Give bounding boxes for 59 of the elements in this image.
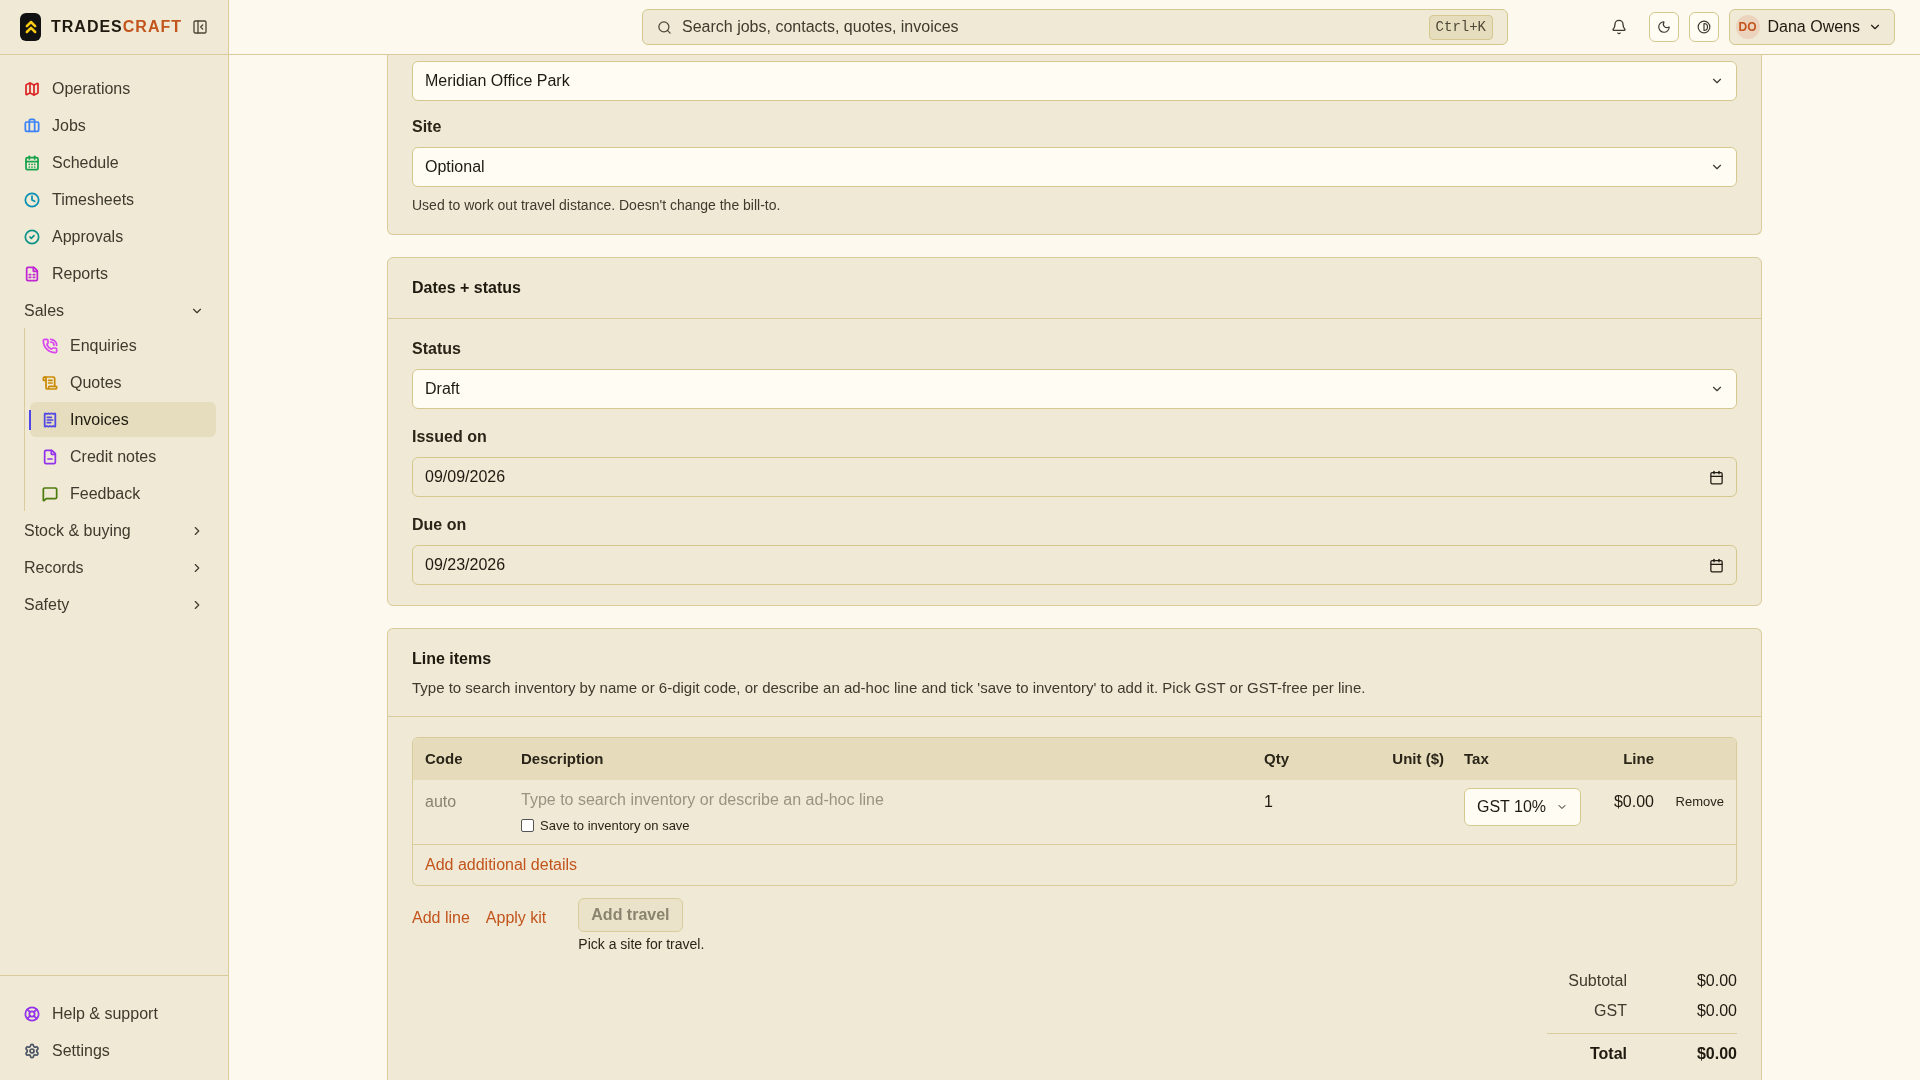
field-label: Status xyxy=(412,339,462,359)
description-input[interactable]: Type to search inventory or describe an ad-hoc line xyxy=(521,788,1264,812)
apply-kit-link[interactable]: Apply kit xyxy=(485,897,547,930)
total-label: GST xyxy=(1593,1000,1627,1021)
nav-item[interactable]: Settings xyxy=(12,1033,216,1068)
select-field[interactable]: Optional xyxy=(412,147,1737,187)
total-label: Subtotal xyxy=(1567,970,1627,991)
add-details-link[interactable]: Add additional details xyxy=(425,855,578,873)
search-input[interactable]: Search jobs, contacts, quotes, invoices xyxy=(682,15,1419,39)
column-header: Tax xyxy=(1463,748,1490,769)
nav-item[interactable]: Invoices xyxy=(30,402,216,437)
table-cell-text: 1 xyxy=(1264,792,1274,812)
section-title: Dates + status xyxy=(412,278,522,298)
section-title: Line items xyxy=(412,649,493,669)
travel-hint: Pick a site for travel. xyxy=(578,934,705,954)
search-bar[interactable]: Search jobs, contacts, quotes, invoices Ctrl+K xyxy=(642,9,1508,45)
nav-item[interactable]: Quotes xyxy=(30,365,216,400)
column-header: Qty xyxy=(1264,748,1290,769)
column-header: Code xyxy=(425,748,464,769)
shortcut-hint: Ctrl+K xyxy=(1428,14,1493,40)
nav-item[interactable]: Credit notes xyxy=(30,439,216,474)
date-field[interactable]: 09/23/2026 xyxy=(412,545,1737,585)
total-value: $0.00 xyxy=(1696,1043,1737,1064)
nav-item[interactable]: Operations xyxy=(12,71,216,106)
field-label: Issued on xyxy=(412,427,488,447)
nav-item[interactable]: Enquiries xyxy=(30,328,216,363)
column-header: Line xyxy=(1622,748,1654,769)
total-label: Total xyxy=(1588,1043,1627,1064)
user-menu-button[interactable]: DO Dana Owens xyxy=(1728,9,1895,45)
user-avatar: DO xyxy=(1735,15,1760,39)
field-hint: Used to work out travel distance. Doesn't change the bill-to. xyxy=(412,196,782,215)
nav-group[interactable]: Stock & buying xyxy=(12,513,216,548)
date-field[interactable]: 09/09/2026 xyxy=(412,457,1737,497)
table-cell-text: $0.00 xyxy=(1612,792,1654,812)
remove-button[interactable]: Remove xyxy=(1675,788,1724,812)
add-line-link[interactable]: Add line xyxy=(412,897,470,930)
nav-item[interactable]: Jobs xyxy=(12,108,216,143)
nav-group[interactable]: Safety xyxy=(12,587,216,622)
column-header: Unit ($) xyxy=(1391,748,1444,769)
nav-item[interactable]: Feedback xyxy=(30,476,216,511)
brand-name: TRADESCRAFT xyxy=(51,17,182,37)
field-label: Site xyxy=(412,117,443,137)
nav-item[interactable]: Timesheets xyxy=(12,182,216,217)
total-value: $0.00 xyxy=(1696,970,1737,991)
field-label: Due on xyxy=(412,515,468,535)
tax-select[interactable]: GST 10% xyxy=(1464,788,1582,826)
nav-item[interactable]: Approvals xyxy=(12,219,216,254)
checkbox-label: Save to inventory on save xyxy=(540,817,690,835)
select-field[interactable]: Draft xyxy=(412,369,1737,409)
select-field[interactable]: Meridian Office Park xyxy=(412,61,1737,101)
total-value: $0.00 xyxy=(1696,1000,1737,1021)
nav-group[interactable]: Records xyxy=(12,550,216,585)
section-description: Type to search inventory by name or 6-digit code, or describe an ad-hoc line and tick 'save to inventory' to add it. Pick GST or GST-free per line. xyxy=(412,678,1367,698)
column-header: Description xyxy=(521,748,605,769)
nav-item[interactable]: Schedule xyxy=(12,145,216,180)
nav-item[interactable]: Reports xyxy=(12,256,216,291)
table-cell-text: auto xyxy=(425,792,458,812)
nav-group[interactable]: Sales xyxy=(12,293,216,328)
nav-item[interactable]: Help & support xyxy=(12,996,216,1031)
